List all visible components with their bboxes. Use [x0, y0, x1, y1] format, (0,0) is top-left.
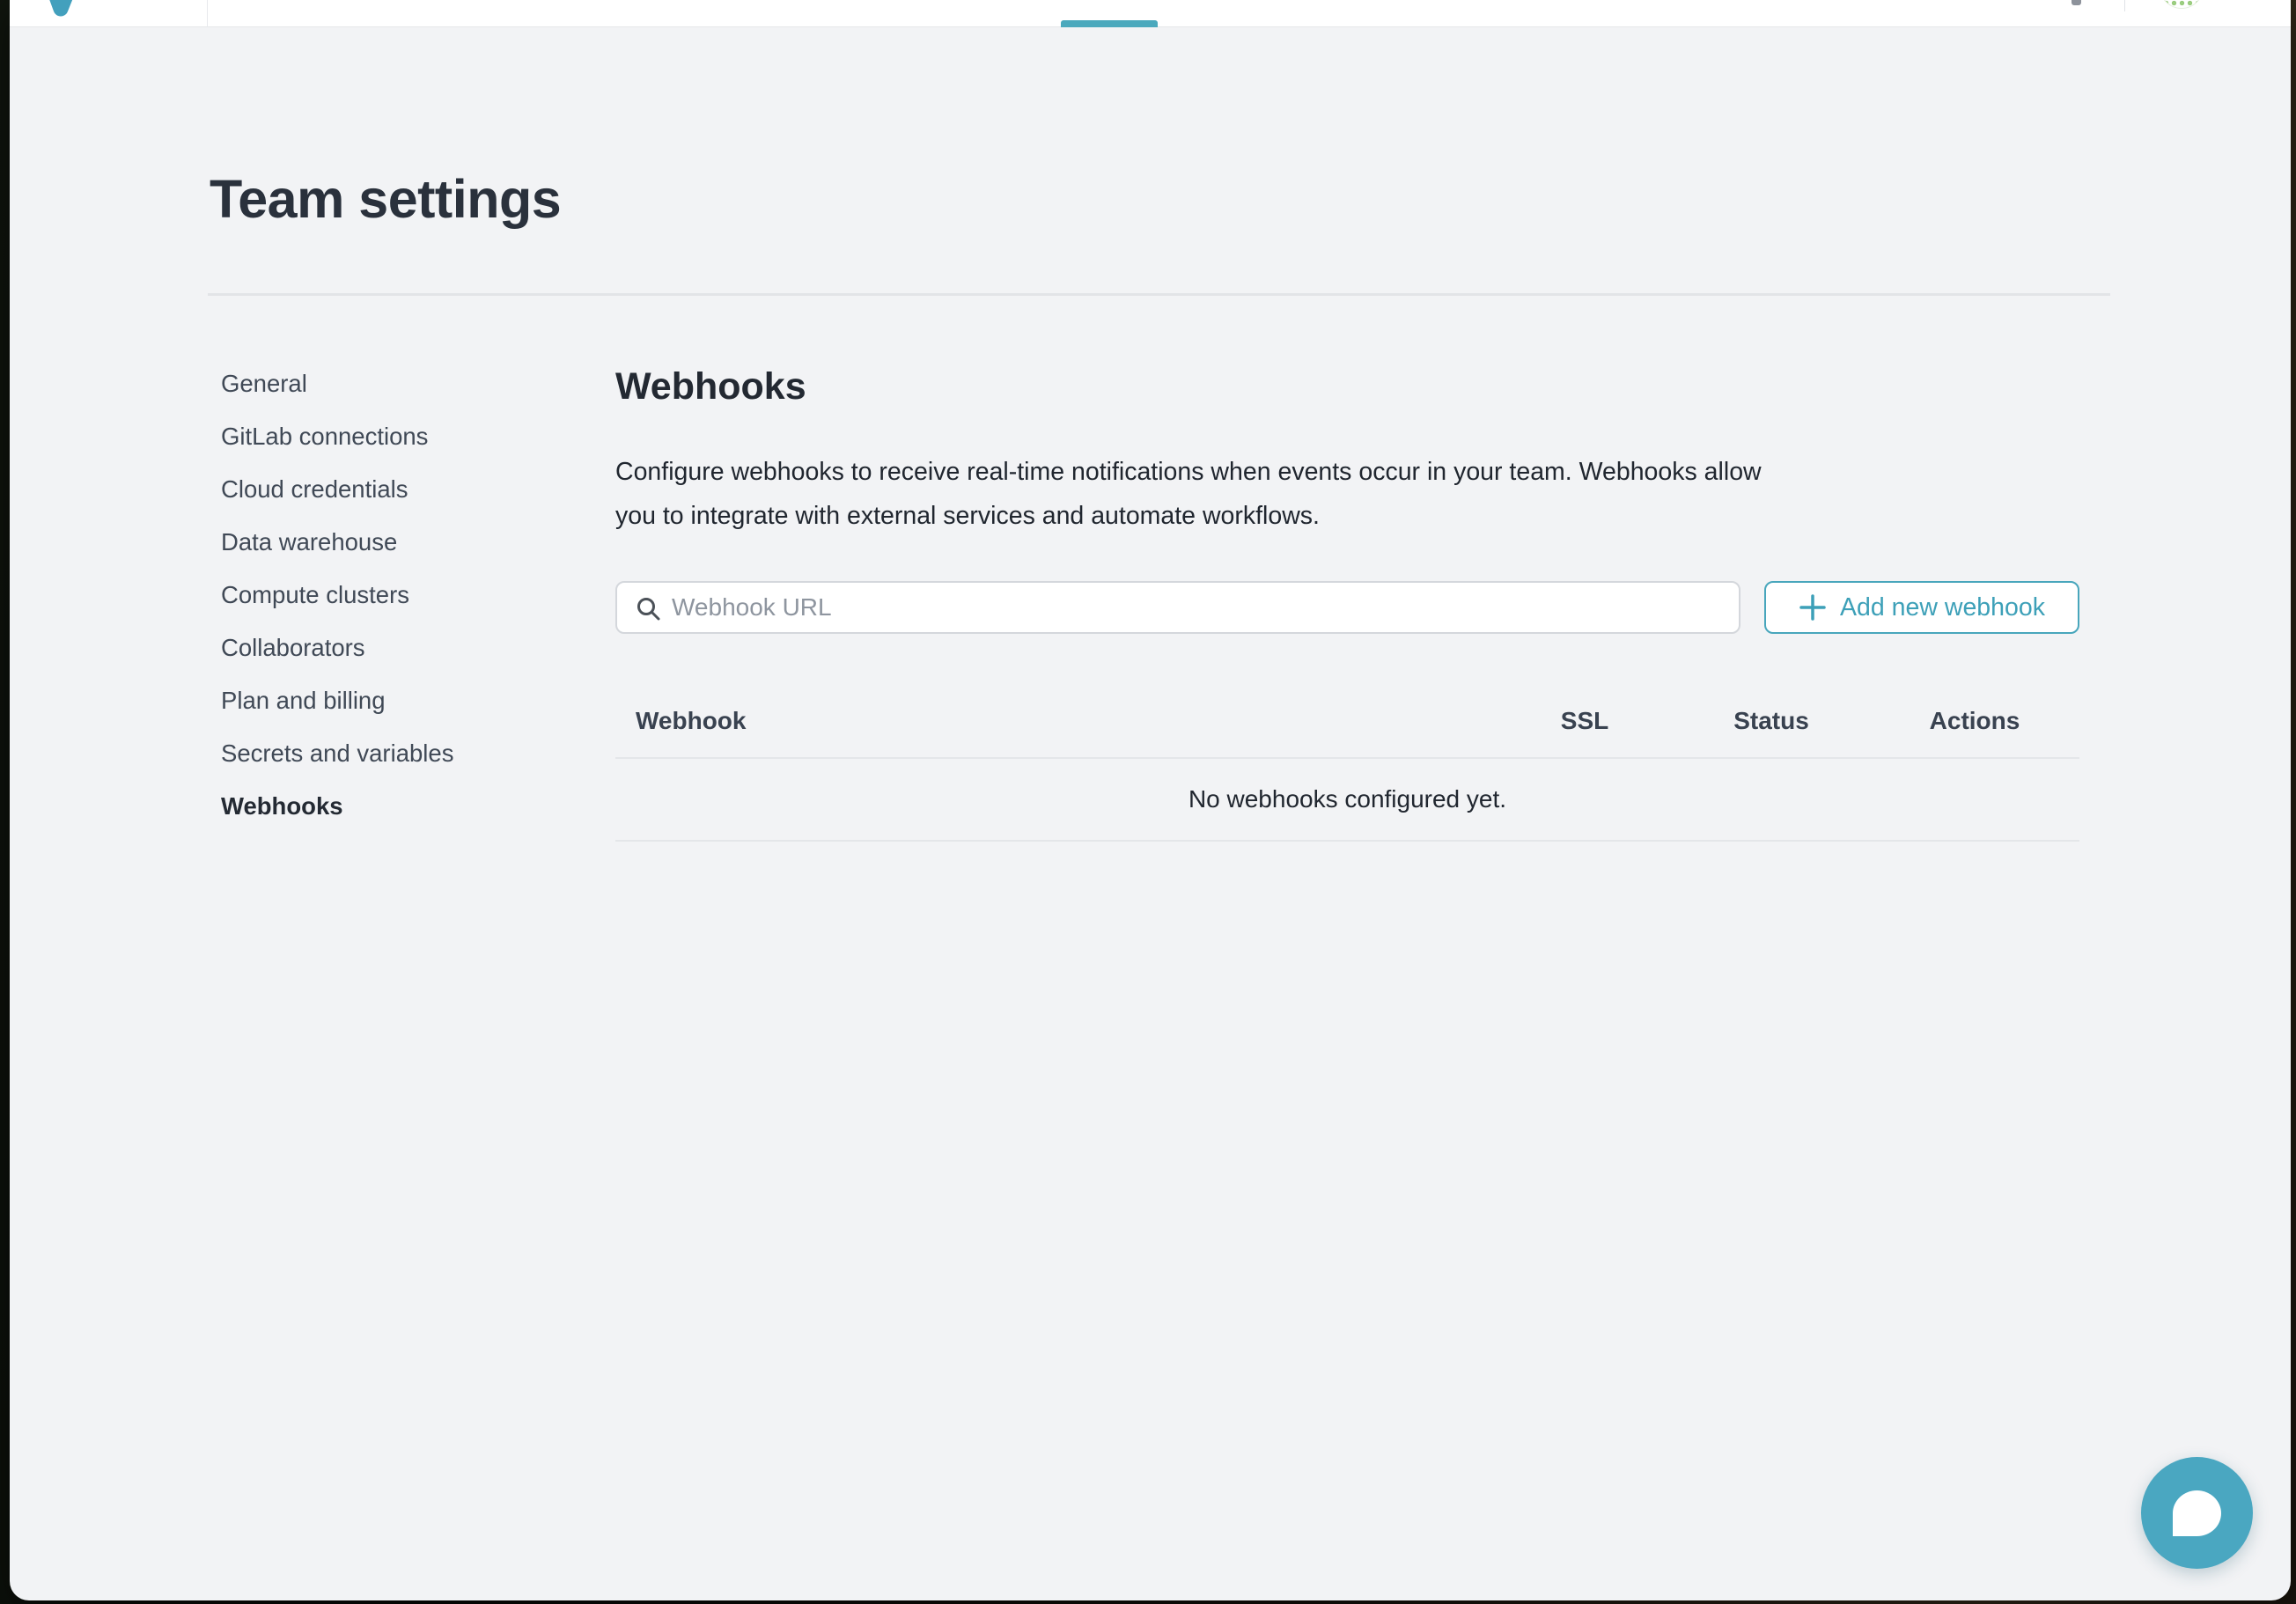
app-window: Team settings General GitLab connections…: [10, 0, 2291, 1600]
add-webhook-button-label: Add new webhook: [1840, 593, 2045, 622]
webhooks-table: Webhook SSL Status Actions No webhooks c…: [615, 685, 2079, 842]
title-divider: [208, 293, 2110, 296]
sidebar-item-data-warehouse[interactable]: Data warehouse: [221, 516, 591, 569]
settings-nav: General GitLab connections Cloud credent…: [221, 357, 591, 833]
active-tab-underline: [1061, 20, 1158, 27]
sidebar-item-gitlab-connections[interactable]: GitLab connections: [221, 410, 591, 463]
webhook-search-input[interactable]: [672, 583, 1728, 632]
sidebar-item-webhooks[interactable]: Webhooks: [221, 780, 591, 833]
sidebar-item-compute-clusters[interactable]: Compute clusters: [221, 569, 591, 622]
section-description-line-1: Configure webhooks to receive real-time …: [615, 451, 1762, 495]
column-header-actions: Actions: [1870, 707, 2079, 735]
search-icon: [635, 595, 662, 622]
empty-state-message: No webhooks configured yet.: [1188, 785, 1506, 813]
topbar-right-divider: [2124, 0, 2125, 11]
section-description: Configure webhooks to receive real-time …: [615, 451, 1762, 538]
add-webhook-button[interactable]: Add new webhook: [1764, 581, 2079, 634]
section-heading: Webhooks: [615, 365, 806, 408]
sidebar-item-cloud-credentials[interactable]: Cloud credentials: [221, 463, 591, 516]
desktop-background: { "page": { "title": "Team settings" }, …: [0, 0, 2296, 1604]
column-header-ssl: SSL: [1497, 707, 1673, 735]
plus-icon: [1799, 593, 1827, 622]
topbar-divider: [207, 0, 208, 27]
sidebar-item-plan-and-billing[interactable]: Plan and billing: [221, 674, 591, 727]
table-header-row: Webhook SSL Status Actions: [615, 685, 2079, 759]
page-title: Team settings: [210, 164, 561, 234]
user-avatar[interactable]: [2160, 0, 2204, 9]
webhook-toolbar: Add new webhook: [615, 581, 2079, 634]
column-header-webhook: Webhook: [615, 707, 1497, 735]
section-description-line-2: you to integrate with external services …: [615, 495, 1762, 539]
chat-launcher-button[interactable]: [2141, 1457, 2253, 1569]
topbar: [10, 0, 2291, 27]
chat-bubble-icon: [2173, 1490, 2221, 1536]
sidebar-item-secrets-and-variables[interactable]: Secrets and variables: [221, 727, 591, 780]
topbar-icon[interactable]: [2072, 0, 2081, 5]
app-logo-icon[interactable]: [41, 0, 110, 18]
table-empty-row: No webhooks configured yet.: [615, 759, 2079, 842]
sidebar-item-general[interactable]: General: [221, 357, 591, 410]
sidebar-item-collaborators[interactable]: Collaborators: [221, 622, 591, 674]
webhook-search-box: [615, 581, 1740, 634]
column-header-status: Status: [1673, 707, 1870, 735]
